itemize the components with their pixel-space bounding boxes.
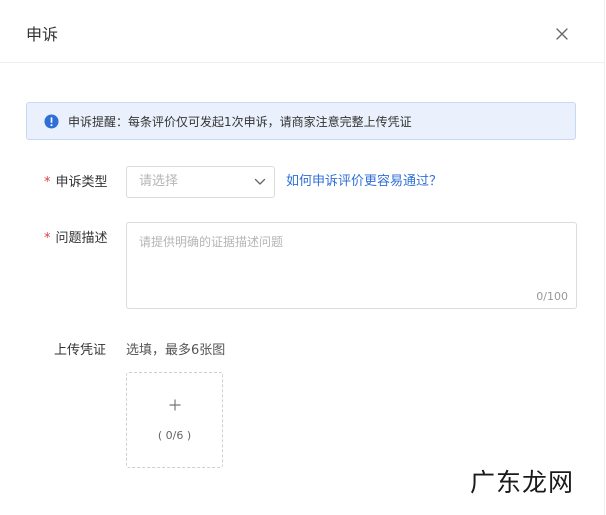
- appeal-reminder-alert: 申诉提醒：每条评价仅可发起1次申诉，请商家注意完整上传凭证: [26, 102, 576, 140]
- close-button[interactable]: [553, 25, 571, 43]
- upload-hint: 选填，最多6张图: [126, 343, 226, 358]
- upload-image-button[interactable]: ( 0/6 ): [126, 372, 223, 468]
- character-counter: 0/100: [536, 290, 568, 303]
- appeal-type-placeholder: 请选择: [139, 174, 179, 189]
- site-watermark: 广东龙网: [470, 468, 575, 497]
- chevron-down-icon: [254, 178, 266, 185]
- description-textarea[interactable]: [127, 223, 576, 308]
- dialog-title: 申诉: [26, 25, 59, 44]
- description-label-text: 问题描述: [55, 231, 108, 246]
- plus-icon: [169, 399, 181, 411]
- alert-text: 申诉提醒：每条评价仅可发起1次申诉，请商家注意完整上传凭证: [68, 115, 412, 129]
- close-icon: [556, 28, 568, 40]
- dialog-header: 申诉: [0, 0, 604, 63]
- appeal-type-label-text: 申诉类型: [55, 175, 108, 190]
- required-mark: *: [44, 175, 51, 190]
- required-mark: *: [44, 231, 51, 246]
- appeal-dialog: 申诉 申诉提醒：每条评价仅可发起1次申诉，请商家注意完整上传凭证 * 申诉类型 请…: [0, 0, 605, 515]
- upload-label: 上传凭证: [54, 343, 107, 358]
- description-field: 0/100: [126, 222, 577, 309]
- description-label: * 问题描述: [44, 230, 108, 248]
- appeal-help-link[interactable]: 如何申诉评价更容易通过？: [286, 173, 442, 191]
- appeal-type-select[interactable]: 请选择: [126, 166, 275, 198]
- info-icon: [44, 114, 59, 129]
- appeal-type-label: * 申诉类型: [44, 174, 108, 192]
- upload-count: ( 0/6 ): [157, 429, 192, 442]
